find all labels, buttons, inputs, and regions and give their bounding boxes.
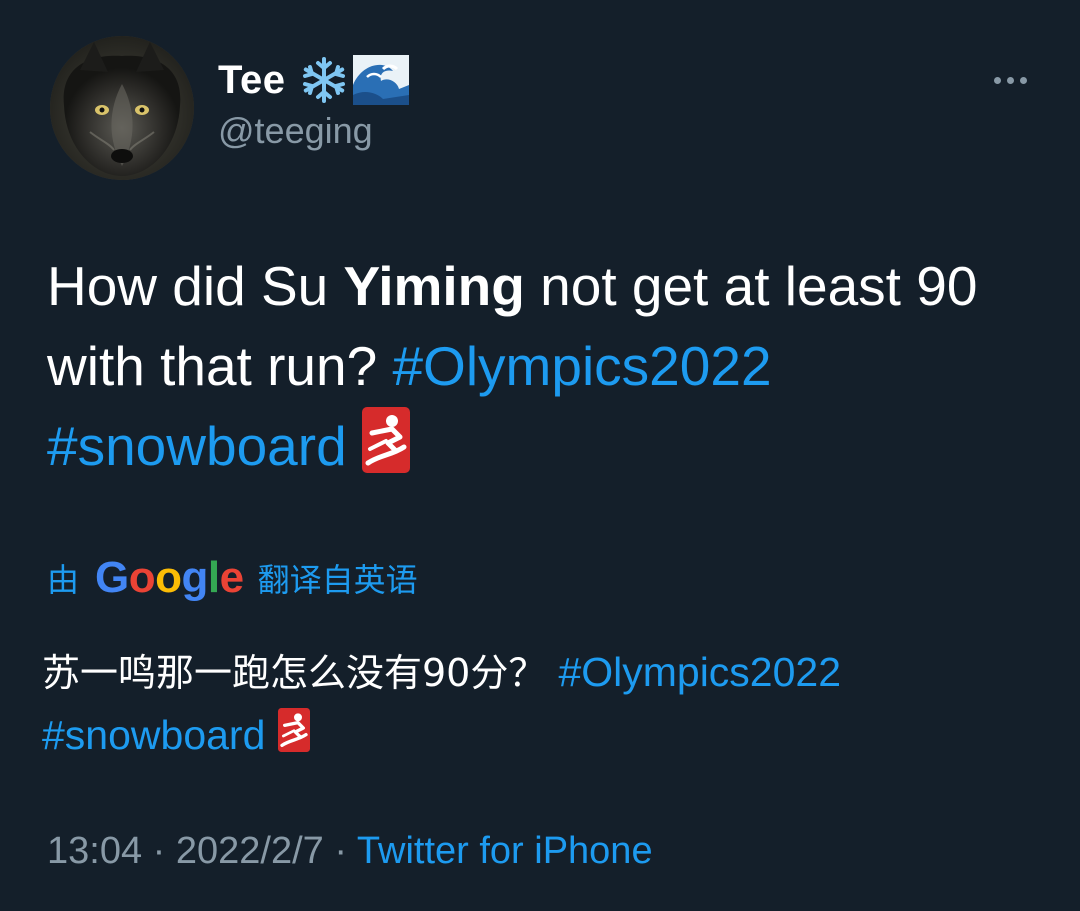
google-logo: Google	[95, 553, 244, 602]
tweet-meta: 13:04 · 2022/2/7 · Twitter for iPhone	[47, 830, 653, 873]
more-dot-icon	[1019, 76, 1027, 84]
tweet-text-bold: Yiming	[343, 255, 525, 317]
translation-suffix: 翻译自英语	[257, 561, 418, 599]
translated-by-google[interactable]: 由 Google 翻译自英语	[47, 548, 418, 608]
author-name-row[interactable]: Tee	[218, 54, 410, 106]
tweet-card: Tee @teeging How did Su Yiming not get a…	[0, 0, 1080, 911]
tweet-text: How did Su Yiming not get at least 90 wi…	[47, 246, 1037, 494]
display-name[interactable]: Tee	[218, 58, 285, 103]
translated-text-body: 苏一鸣那一跑怎么没有90分？	[42, 651, 559, 695]
more-dot-icon	[1006, 76, 1014, 84]
tweet-time[interactable]: 13:04	[47, 830, 142, 872]
wolf-avatar-image	[50, 36, 194, 180]
name-emoji-group	[299, 55, 410, 105]
snowboarder-icon	[361, 406, 410, 494]
translated-text: 苏一鸣那一跑怎么没有90分？ #Olympics2022 #snowboard	[42, 641, 1042, 770]
avatar[interactable]	[50, 36, 194, 180]
author-handle[interactable]: @teeging	[218, 110, 373, 152]
translated-hashtag-olympics2022[interactable]: #Olympics2022	[558, 649, 841, 695]
translated-hashtag-snowboard[interactable]: #snowboard	[42, 712, 265, 758]
wave-icon	[353, 55, 410, 105]
snowboarder-icon	[277, 707, 311, 770]
translation-prefix: 由	[47, 561, 80, 599]
snowflake-icon	[303, 57, 346, 103]
meta-separator: ·	[142, 830, 176, 872]
more-dot-icon	[993, 76, 1001, 84]
more-options-button[interactable]	[982, 64, 1038, 96]
tweet-text-part1: How did Su	[47, 255, 344, 317]
hashtag-olympics2022[interactable]: #Olympics2022	[392, 335, 771, 397]
meta-separator: ·	[323, 830, 357, 872]
hashtag-snowboard[interactable]: #snowboard	[47, 415, 347, 477]
tweet-date[interactable]: 2022/2/7	[176, 830, 324, 872]
tweet-source-link[interactable]: Twitter for iPhone	[357, 830, 653, 872]
